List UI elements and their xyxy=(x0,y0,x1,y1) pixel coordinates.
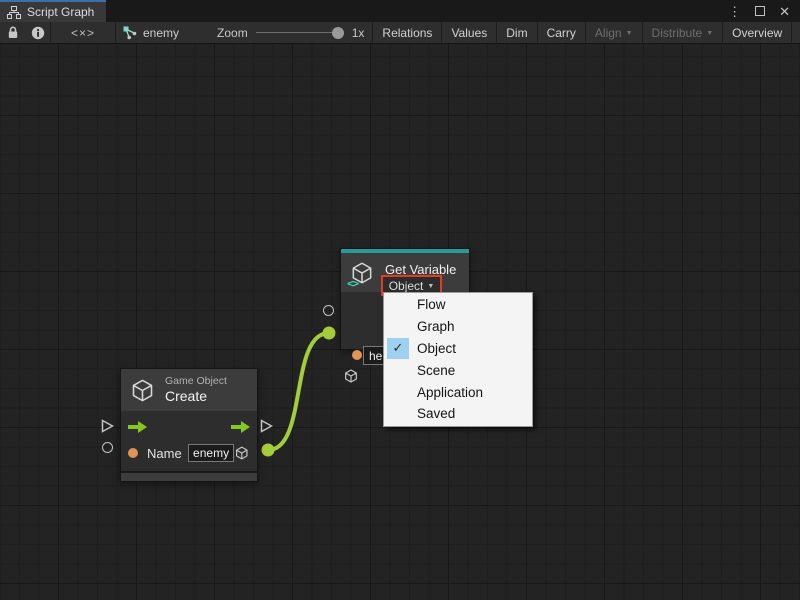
flow-output-arrow-icon[interactable] xyxy=(231,421,250,433)
scope-dropdown-menu: Flow Graph ✓ Object Scene Application Sa… xyxy=(383,292,533,427)
chevron-down-icon: ▼ xyxy=(427,283,434,290)
chevron-down-icon: ▼ xyxy=(706,30,713,37)
node-category: Game Object xyxy=(165,375,227,388)
name-port-row: Name enemy xyxy=(121,442,257,464)
code-view-button[interactable]: <×> xyxy=(51,22,115,44)
zoom-label: Zoom xyxy=(217,26,248,40)
lock-icon xyxy=(7,26,19,39)
variable-name-input-port[interactable] xyxy=(323,305,334,316)
checkmark-icon: ✓ xyxy=(387,338,409,360)
close-icon[interactable]: ✕ xyxy=(779,5,790,18)
connection-wire[interactable] xyxy=(268,333,329,450)
lock-button[interactable] xyxy=(0,22,25,44)
game-object-cube-icon xyxy=(129,377,156,404)
zoom-control: 1x xyxy=(256,26,373,40)
wire-source-port[interactable] xyxy=(262,444,275,457)
align-button[interactable]: Align▼ xyxy=(586,22,642,44)
script-graph-window: Script Graph ⋮ ✕ <×> xyxy=(0,0,800,600)
dim-button[interactable]: Dim xyxy=(497,22,536,44)
graph-canvas[interactable]: Game Object Create Name enem xyxy=(0,44,800,600)
name-input-field[interactable]: enemy xyxy=(188,444,235,462)
flow-input-port[interactable] xyxy=(101,419,114,433)
code-icon: <×> xyxy=(71,26,95,40)
menu-item-flow[interactable]: Flow xyxy=(384,294,532,316)
zoom-value: 1x xyxy=(352,26,365,40)
code-brackets-icon: <> xyxy=(347,277,358,290)
graph-asset-icon xyxy=(122,25,138,40)
tab-bar: Script Graph ⋮ ✕ xyxy=(0,0,800,22)
node-title: Create xyxy=(165,388,227,405)
graph-reference-name: enemy xyxy=(143,26,179,40)
node-body: Name enemy xyxy=(121,411,257,471)
menu-item-scene[interactable]: Scene xyxy=(384,359,532,381)
menu-item-application[interactable]: Application xyxy=(384,381,532,403)
window-menu-icon[interactable]: ⋮ xyxy=(728,5,741,18)
chevron-down-icon: ▼ xyxy=(626,30,633,37)
zoom-slider-handle[interactable] xyxy=(332,27,344,39)
menu-item-object[interactable]: ✓ Object xyxy=(384,338,532,360)
name-port-label: Name xyxy=(147,446,182,461)
zoom-slider[interactable] xyxy=(256,27,344,39)
node-footer xyxy=(121,471,257,481)
graph-hierarchy-icon xyxy=(7,6,21,19)
info-icon xyxy=(31,26,45,40)
zoom-slider-track[interactable] xyxy=(256,32,344,33)
carry-button[interactable]: Carry xyxy=(538,22,585,44)
graph-toolbar: <×> enemy Zoom 1x Relations Values Dim xyxy=(0,22,800,44)
relations-button[interactable]: Relations xyxy=(373,22,441,44)
node-header[interactable]: <> Get Variable Object ▼ xyxy=(341,253,469,292)
name-input-port[interactable] xyxy=(102,442,113,453)
full-screen-button[interactable]: Full Screen xyxy=(792,22,800,44)
inspect-button[interactable] xyxy=(25,22,50,44)
flow-input-arrow-icon[interactable] xyxy=(128,421,147,433)
flow-output-port[interactable] xyxy=(260,419,273,433)
value-port-dot[interactable] xyxy=(128,448,138,458)
wire-target-port[interactable] xyxy=(323,327,336,340)
menu-item-graph[interactable]: Graph xyxy=(384,316,532,338)
values-button[interactable]: Values xyxy=(442,22,496,44)
maximize-icon[interactable] xyxy=(755,6,765,16)
node-game-object-create[interactable]: Game Object Create Name enem xyxy=(120,368,258,482)
distribute-button[interactable]: Distribute▼ xyxy=(643,22,723,44)
object-input-port-icon[interactable] xyxy=(343,368,359,384)
tab-script-graph[interactable]: Script Graph xyxy=(0,0,106,22)
overview-button[interactable]: Overview xyxy=(723,22,791,44)
graph-reference[interactable]: enemy xyxy=(116,22,189,44)
window-controls: ⋮ ✕ xyxy=(728,0,800,22)
menu-item-saved[interactable]: Saved xyxy=(384,403,532,425)
game-object-output-port-icon[interactable] xyxy=(234,445,250,461)
node-header[interactable]: Game Object Create xyxy=(121,369,257,411)
flow-port-row xyxy=(121,416,257,438)
tab-title: Script Graph xyxy=(27,5,94,19)
value-port-dot[interactable] xyxy=(352,350,362,360)
